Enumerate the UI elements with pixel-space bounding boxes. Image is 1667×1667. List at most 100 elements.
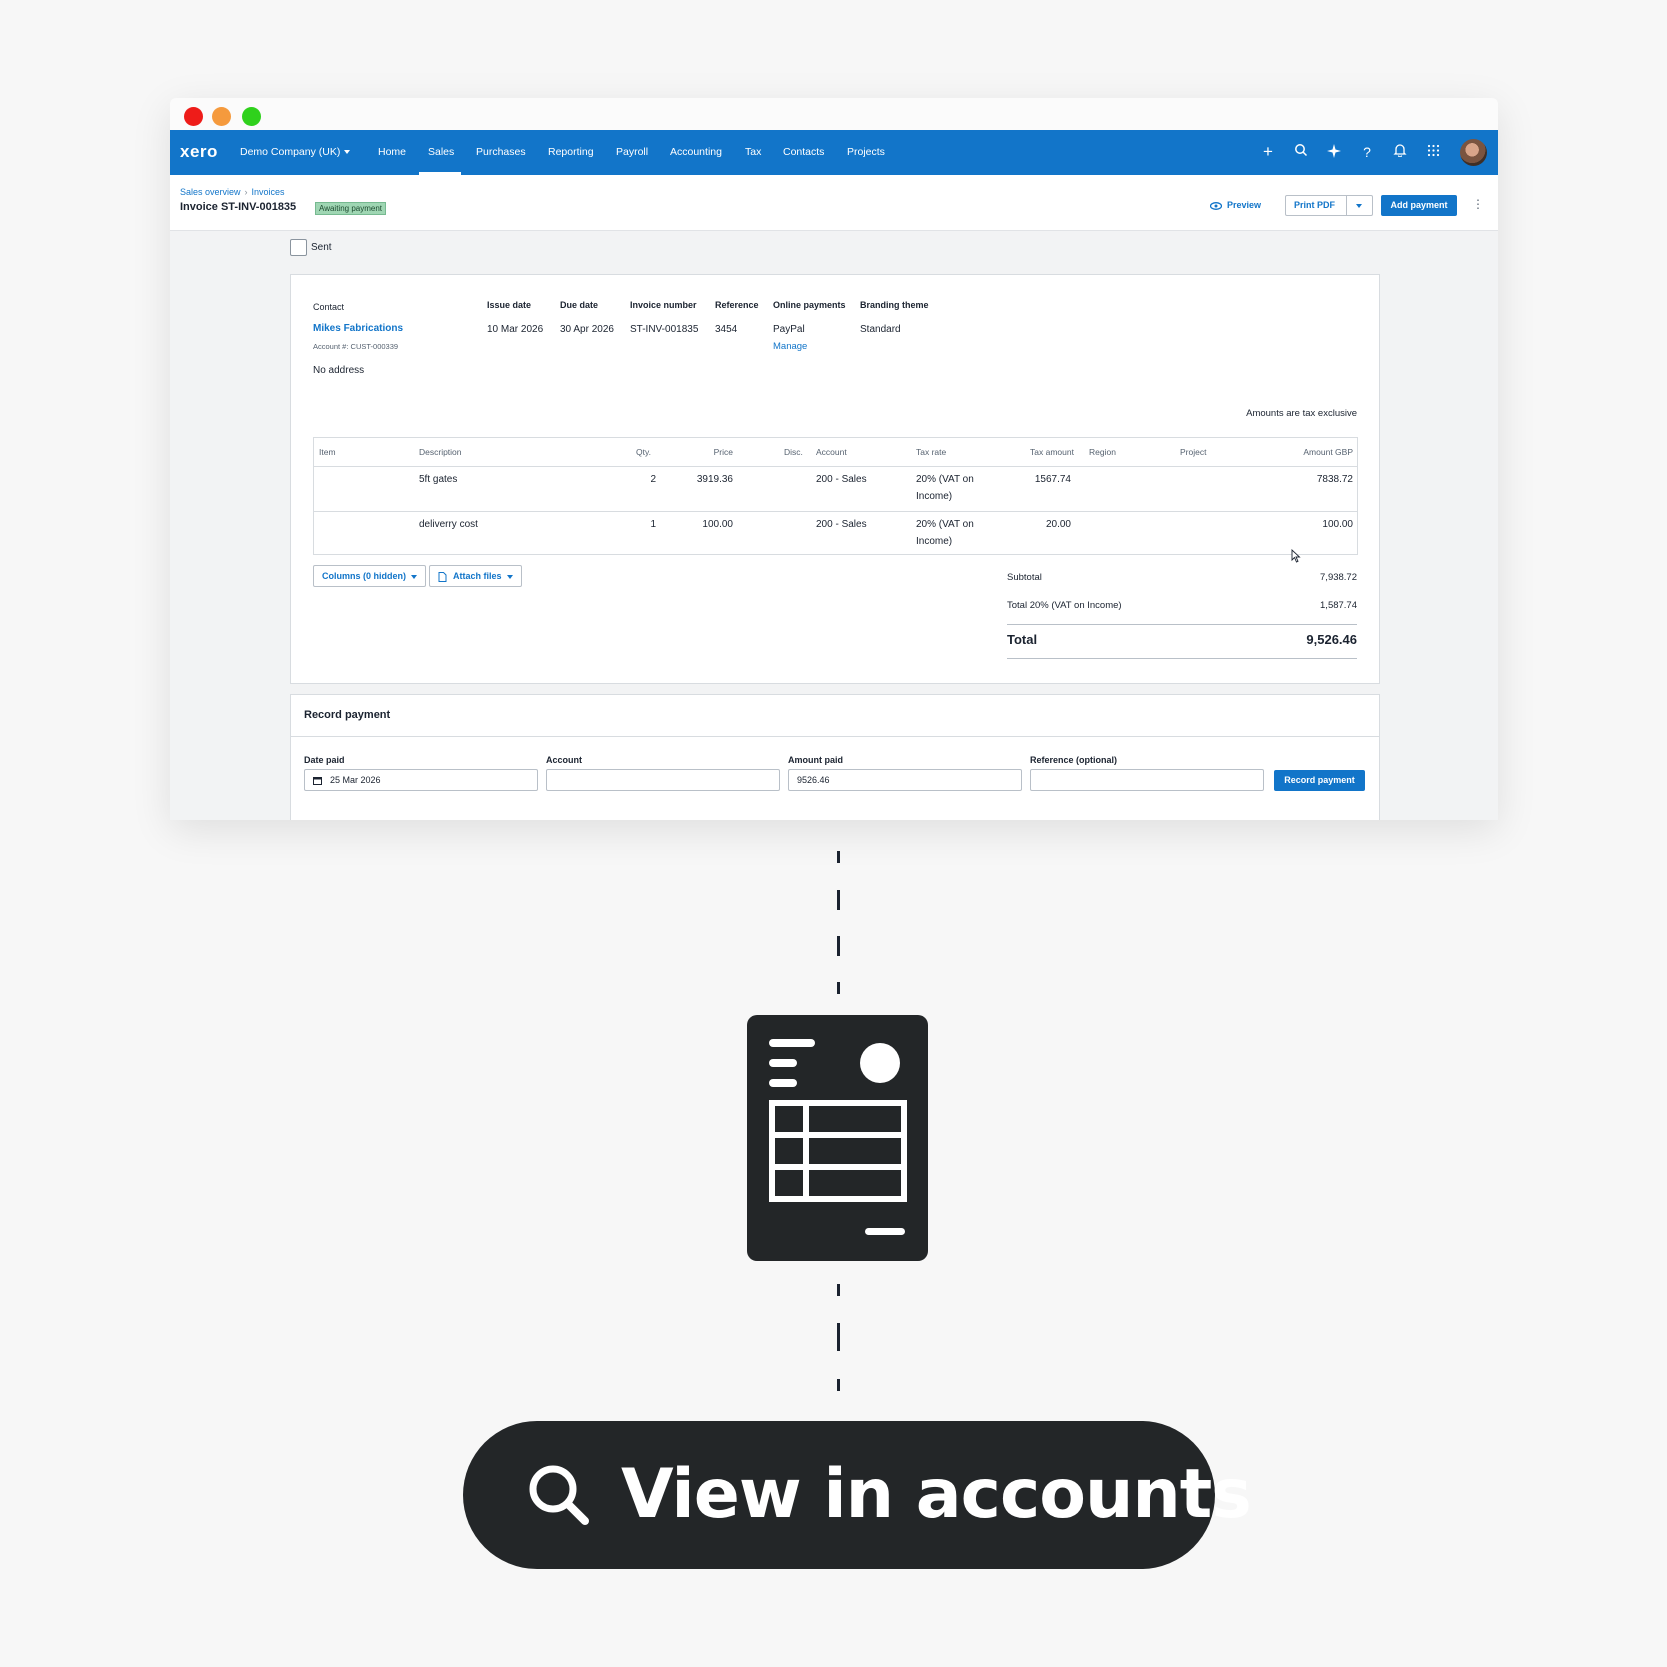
header-divider <box>314 466 1357 467</box>
preview-button[interactable]: Preview <box>1209 200 1262 210</box>
branding-theme-value: Standard <box>860 324 901 335</box>
nav-item-accounting[interactable]: Accounting <box>670 146 722 158</box>
chevron-right-icon: › <box>244 187 248 197</box>
avatar[interactable] <box>1460 139 1487 166</box>
print-pdf-button[interactable]: Print PDF <box>1285 195 1373 216</box>
plus-icon[interactable]: + <box>1259 143 1277 161</box>
sent-checkbox[interactable] <box>290 239 307 256</box>
app-window: xero Demo Company (UK) Home Sales Purcha… <box>170 98 1498 820</box>
attach-files-label: Attach files <box>453 571 502 581</box>
attach-files-button[interactable]: Attach files <box>429 565 522 587</box>
nav-item-projects[interactable]: Projects <box>847 146 885 158</box>
account-number: Account #: CUST-000339 <box>313 342 399 351</box>
date-paid-value: 25 Mar 2026 <box>330 775 381 785</box>
row-amount[interactable]: 100.00 <box>1274 517 1353 533</box>
chevron-down-icon <box>411 574 417 579</box>
mouse-cursor-icon <box>1291 549 1301 563</box>
window-titlebar <box>170 98 1498 130</box>
apps-grid-icon[interactable] <box>1424 143 1442 161</box>
contact-name-link[interactable]: Mikes Fabrications <box>313 323 403 334</box>
connector-dash <box>837 1323 840 1351</box>
print-pdf-label: Print PDF <box>1294 200 1336 210</box>
column-header-description: Description <box>419 447 462 457</box>
add-payment-button[interactable]: Add payment <box>1381 195 1457 216</box>
row-account[interactable]: 200 - Sales <box>816 517 867 533</box>
column-header-qty: Qty. <box>636 447 651 457</box>
column-header-item: Item <box>319 447 336 457</box>
online-payments-label: Online payments <box>773 300 846 310</box>
amount-paid-label: Amount paid <box>788 755 843 765</box>
search-icon[interactable] <box>1292 143 1310 161</box>
view-in-accounts-button[interactable]: View in accounts <box>463 1421 1252 1569</box>
xero-logo[interactable]: xero <box>180 142 218 162</box>
chevron-down-icon <box>506 574 513 579</box>
row-tax-rate-line1[interactable]: 20% (VAT on <box>916 472 974 488</box>
close-window-button[interactable] <box>184 107 203 126</box>
manage-link[interactable]: Manage <box>773 341 807 352</box>
sparkle-icon[interactable] <box>1325 143 1343 161</box>
row-qty[interactable]: 1 <box>634 517 656 533</box>
nav-item-payroll[interactable]: Payroll <box>616 146 648 158</box>
tax-exclusive-note: Amounts are tax exclusive <box>1246 408 1357 419</box>
column-header-tax-amount: Tax amount <box>1030 447 1074 457</box>
column-header-account: Account <box>816 447 847 457</box>
status-badge: Awaiting payment <box>315 202 386 215</box>
reference-field[interactable] <box>1030 769 1264 791</box>
row-amount[interactable]: 7838.72 <box>1274 472 1353 488</box>
row-tax-amount[interactable]: 1567.74 <box>1014 472 1071 488</box>
invoice-header: Sales overview › Invoices Invoice ST-INV-0… <box>170 175 1498 231</box>
nav-item-sales[interactable]: Sales <box>428 146 454 158</box>
column-header-amount: Amount GBP <box>1303 447 1353 457</box>
row-description[interactable]: deliverry cost <box>419 517 478 533</box>
breadcrumb-invoices[interactable]: Invoices <box>252 187 285 197</box>
nav-item-reporting[interactable]: Reporting <box>548 146 594 158</box>
amount-paid-field[interactable] <box>788 769 1022 791</box>
account-field[interactable] <box>546 769 780 791</box>
total-label: Total <box>1007 632 1038 647</box>
tax-total-value: 1,587.74 <box>1320 600 1357 611</box>
due-date-label: Due date <box>560 300 599 310</box>
connector-dash <box>837 936 840 956</box>
row-tax-amount[interactable]: 20.00 <box>1014 517 1071 533</box>
calendar-icon <box>313 777 322 786</box>
nav-item-tax[interactable]: Tax <box>745 146 761 158</box>
row-price[interactable]: 100.00 <box>674 517 733 533</box>
row-account[interactable]: 200 - Sales <box>816 472 867 488</box>
invoice-number-value: ST-INV-001835 <box>630 324 699 335</box>
columns-label: Columns (0 hidden) <box>322 571 406 581</box>
organisation-switcher[interactable]: Demo Company (UK) <box>240 146 351 158</box>
row-tax-rate-line2[interactable]: Income) <box>916 489 952 505</box>
maximize-window-button[interactable] <box>242 107 261 126</box>
help-icon[interactable]: ? <box>1358 143 1376 161</box>
column-header-tax-rate: Tax rate <box>916 447 947 457</box>
search-icon <box>529 1465 589 1525</box>
nav-item-contacts[interactable]: Contacts <box>783 146 824 158</box>
nav-item-purchases[interactable]: Purchases <box>476 146 526 158</box>
row-tax-rate-line2[interactable]: Income) <box>916 534 952 550</box>
date-paid-field[interactable]: 25 Mar 2026 <box>304 769 538 791</box>
due-date-value: 30 Apr 2026 <box>560 324 614 335</box>
line-items-table: Item Description Qty. Price Disc. Accoun… <box>313 437 1358 555</box>
row-description[interactable]: 5ft gates <box>419 472 457 488</box>
breadcrumb: Sales overview › Invoices <box>180 187 285 197</box>
column-header-region: Region <box>1089 447 1116 457</box>
columns-button[interactable]: Columns (0 hidden) <box>313 565 426 587</box>
page-title: Invoice ST-INV-001835 <box>180 201 297 213</box>
nav-item-home[interactable]: Home <box>378 146 406 158</box>
chevron-down-icon[interactable] <box>1356 204 1362 208</box>
more-options-icon[interactable]: ⋮ <box>1472 197 1484 211</box>
branding-theme-label: Branding theme <box>860 300 929 310</box>
row-qty[interactable]: 2 <box>634 472 656 488</box>
row-divider <box>314 511 1357 512</box>
invoice-card: Contact Mikes Fabrications Account #: CU… <box>290 274 1380 684</box>
bell-icon[interactable] <box>1391 143 1409 161</box>
record-payment-button[interactable]: Record payment <box>1274 770 1365 791</box>
row-tax-rate-line1[interactable]: 20% (VAT on <box>916 517 974 533</box>
row-price[interactable]: 3919.36 <box>674 472 733 488</box>
sent-label: Sent <box>311 242 332 254</box>
reference-label: Reference <box>715 300 759 310</box>
minimize-window-button[interactable] <box>212 107 231 126</box>
reference-optional-label: Reference (optional) <box>1030 755 1118 765</box>
breadcrumb-sales-overview[interactable]: Sales overview <box>180 187 241 197</box>
preview-label: Preview <box>1227 200 1262 210</box>
